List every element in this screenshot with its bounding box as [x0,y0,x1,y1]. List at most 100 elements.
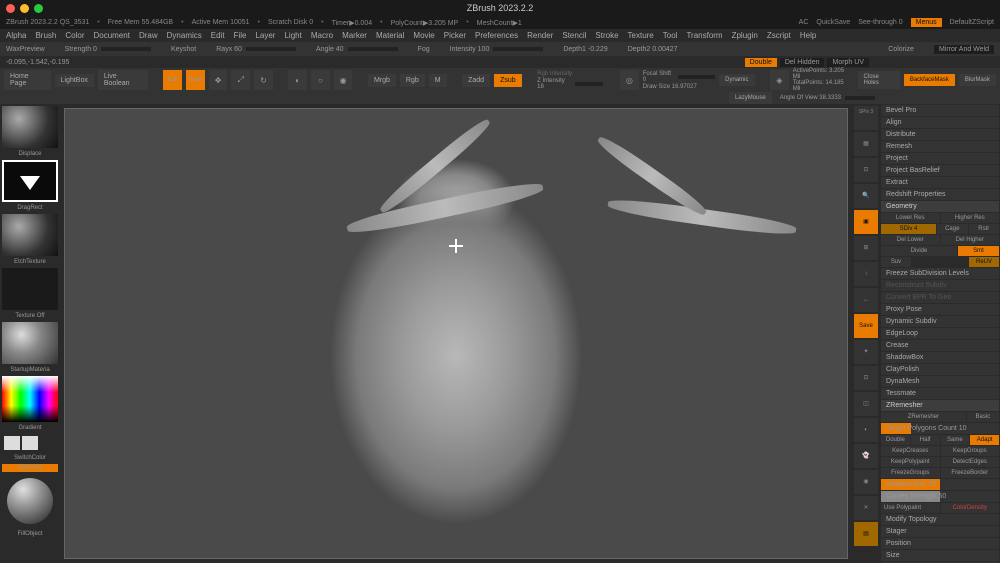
menu-render[interactable]: Render [527,31,553,40]
strength-slider[interactable]: Strength 0 [65,46,151,53]
usepolypaint-btn[interactable]: Use Polypaint [881,503,940,513]
actual-icon[interactable]: ⊡ [854,158,878,182]
menu-brush[interactable]: Brush [35,31,56,40]
keepgroups-btn[interactable]: KeepGroups [941,446,1000,456]
gizmo-btn[interactable]: ◐ [288,70,307,90]
menu-transform[interactable]: Transform [686,31,722,40]
transp-icon[interactable]: ◐ [854,418,878,442]
scale-mode-btn[interactable]: ⤢ [231,70,250,90]
rp-redshift[interactable]: Redshift Properties [881,189,999,200]
menu-edit[interactable]: Edit [211,31,225,40]
rp-dynsubdiv[interactable]: Dynamic Subdiv [881,316,999,327]
seethrough-slider[interactable]: See-through 0 [858,19,902,26]
suv-btn[interactable]: Suv [881,257,911,267]
closeholes-btn[interactable]: Close Holes [858,71,900,89]
freezegroups-btn[interactable]: FreezeGroups [881,468,940,478]
alternate-btn[interactable]: Alternate [2,464,58,472]
mac-close[interactable] [6,4,15,13]
rp-bevelpro[interactable]: Bevel Pro [881,105,999,116]
reuv-btn[interactable]: ReUV [969,257,999,267]
detectedges-btn[interactable]: DetectEdges [941,457,1000,467]
mac-min[interactable] [20,4,29,13]
menu-layer[interactable]: Layer [255,31,275,40]
zadd-btn[interactable]: Zadd [462,74,490,87]
mac-max[interactable] [34,4,43,13]
menu-texture[interactable]: Texture [628,31,654,40]
adapt-btn[interactable]: Adapt [970,435,999,445]
keyshot-btn[interactable]: Keyshot [171,46,196,53]
menu-dynamics[interactable]: Dynamics [167,31,202,40]
bpr-icon[interactable]: ▦ [854,132,878,156]
dynamesh-btn[interactable]: ◉ [334,70,353,90]
cage-btn[interactable]: Cage [937,224,968,234]
dynamic-btn[interactable]: Dynamic [719,74,754,86]
delhigher-btn[interactable]: Del Higher [941,235,1000,245]
edit-mode-btn[interactable]: Edit [163,70,182,90]
lightbox-btn[interactable]: LightBox [55,74,94,87]
fillobject-label[interactable]: FillObject [2,530,58,538]
mirror-btn[interactable]: Mirror And Weld [934,45,994,54]
angleofview-slider[interactable]: Angle Of View 38.3333 [780,95,875,101]
ghost-icon[interactable]: 👻 [854,444,878,468]
double-poly-btn[interactable]: Double [881,435,910,445]
sculptris-btn[interactable]: ○ [311,70,330,90]
targetpoly-slider[interactable]: Target Polygons Count 10 [881,423,999,434]
defaultzscript[interactable]: DefaultZScript [950,19,994,26]
menu-alpha[interactable]: Alpha [6,31,26,40]
mrgb-btn[interactable]: Mrgb [368,74,396,87]
menu-marker[interactable]: Marker [342,31,367,40]
rp-zremesher-header[interactable]: ZRemesher [881,400,999,411]
menus-btn[interactable]: Menus [911,18,942,27]
solo-icon[interactable]: ◉ [854,470,878,494]
rp-claypolish[interactable]: ClayPolish [881,364,999,375]
material-thumb[interactable] [2,322,58,364]
rp-distribute[interactable]: Distribute [881,129,999,140]
focal-icon[interactable]: ◎ [620,70,639,90]
rp-crease[interactable]: Crease [881,340,999,351]
waxpreview-btn[interactable]: WaxPreview [6,46,45,53]
menu-draw[interactable]: Draw [139,31,158,40]
xpose-icon[interactable]: ✕ [854,496,878,520]
menu-picker[interactable]: Picker [444,31,466,40]
double-btn[interactable]: Double [745,58,777,67]
smt-btn[interactable]: Smt [958,246,999,256]
blurmask-btn[interactable]: BlurMask [959,74,996,86]
swatch-alt[interactable] [22,436,38,450]
menu-light[interactable]: Light [284,31,301,40]
zoom-icon[interactable]: 🔍 [854,184,878,208]
rp-modifytopo[interactable]: Modify Topology [881,514,999,525]
delhidden-btn[interactable]: Del Hidden [780,58,825,67]
rp-size[interactable]: Size [881,550,999,561]
depth1-slider[interactable]: Depth1 -0.229 [563,46,607,53]
rotate-mode-btn[interactable]: ↻ [254,70,273,90]
xyz-icon[interactable]: ✦ [854,340,878,364]
menu-macro[interactable]: Macro [311,31,333,40]
same-btn[interactable]: Same [941,435,970,445]
rp-project[interactable]: Project [881,153,999,164]
localx-icon[interactable]: ↕ [854,262,878,286]
rayx-slider[interactable]: Rayx 60 [216,46,296,53]
textureoff-thumb[interactable] [2,268,58,310]
dragrect-thumb[interactable] [2,160,58,202]
keeppoly-btn[interactable]: KeepPolypaint [881,457,940,467]
menu-color[interactable]: Color [65,31,84,40]
curvesstrength-slider[interactable]: Curves Strength 50 [881,491,999,502]
basic-btn[interactable]: Basic [967,412,999,422]
menu-zplugin[interactable]: Zplugin [732,31,758,40]
rgb-btn[interactable]: Rgb [400,74,425,87]
swatch-main[interactable] [4,436,20,450]
rp-edgeloop[interactable]: EdgeLoop [881,328,999,339]
rp-proxypose[interactable]: Proxy Pose [881,304,999,315]
draw-mode-btn[interactable]: Draw [186,70,205,90]
angle-slider[interactable]: Angle 40 [316,46,398,53]
preview-sphere[interactable] [7,478,53,524]
menu-document[interactable]: Document [94,31,130,40]
colorize-btn[interactable]: Colorize [888,46,914,53]
menu-file[interactable]: File [234,31,247,40]
rp-dynamesh[interactable]: DynaMesh [881,376,999,387]
spix-slider[interactable]: SPix 3 [854,106,878,130]
save-btn[interactable]: Save [854,314,878,338]
zintensity-slider[interactable]: Z Intensity 18 [537,78,603,90]
dellower-btn[interactable]: Del Lower [881,235,940,245]
intensity-slider[interactable]: Intensity 100 [450,46,544,53]
